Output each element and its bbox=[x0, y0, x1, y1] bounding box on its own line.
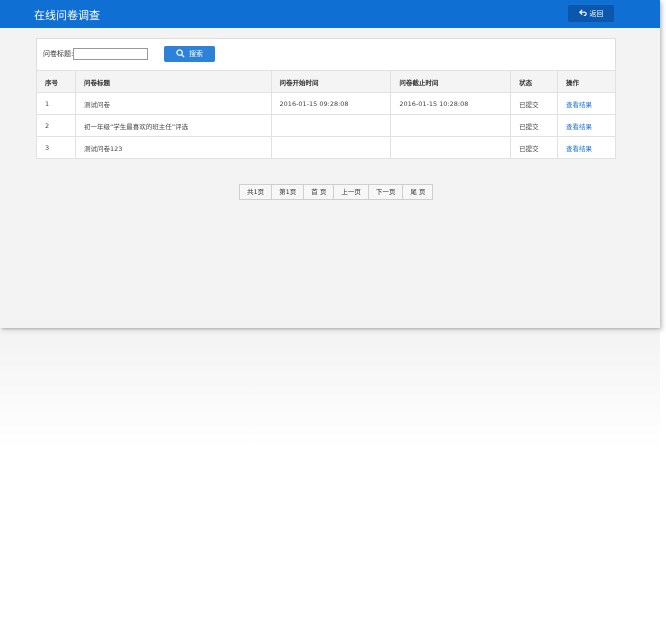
prev-page-button[interactable]: 上一页 bbox=[334, 185, 369, 199]
table-row: 1 测试问卷 2016-01-15 09:28:08 2016-01-15 10… bbox=[36, 92, 616, 115]
cell-end: 2016-01-15 10:28:08 bbox=[390, 92, 512, 115]
header-bar: 在线问卷调查 返回 bbox=[0, 0, 660, 28]
cell-no: 2 bbox=[36, 114, 76, 137]
cell-status: 已提交 bbox=[510, 92, 559, 115]
table-row: 3 测试问卷123 已提交 查看结果 bbox=[36, 136, 616, 159]
search-button[interactable]: 搜索 bbox=[164, 46, 215, 62]
cell-no: 1 bbox=[36, 92, 76, 115]
view-result-link[interactable]: 查看结果 bbox=[557, 136, 616, 159]
column-header-end: 问卷截止时间 bbox=[390, 70, 512, 93]
cell-title: 测试问卷123 bbox=[74, 136, 272, 159]
next-page-button[interactable]: 下一页 bbox=[369, 185, 404, 199]
table-header-row: 序号 问卷标题 问卷开始时间 问卷截止时间 状态 操作 bbox=[36, 70, 616, 93]
cell-start bbox=[270, 136, 392, 159]
column-header-title: 问卷标题 bbox=[74, 70, 272, 93]
page-current: 第1页 bbox=[272, 185, 305, 199]
page-title: 在线问卷调查 bbox=[34, 9, 100, 22]
back-button[interactable]: 返回 bbox=[568, 5, 614, 22]
first-page-button[interactable]: 首 页 bbox=[304, 185, 335, 199]
column-header-status: 状态 bbox=[510, 70, 559, 93]
cell-title: 初一年级“学生最喜欢的班主任”评选 bbox=[74, 114, 272, 137]
search-button-label: 搜索 bbox=[189, 50, 203, 58]
view-result-link[interactable]: 查看结果 bbox=[557, 92, 616, 115]
cell-start: 2016-01-15 09:28:08 bbox=[270, 92, 392, 115]
cell-end bbox=[390, 136, 512, 159]
back-arrow-icon bbox=[578, 8, 587, 19]
cell-start bbox=[270, 114, 392, 137]
survey-table: 序号 问卷标题 问卷开始时间 问卷截止时间 状态 操作 1 测试问卷 2016-… bbox=[36, 70, 616, 159]
view-result-link[interactable]: 查看结果 bbox=[557, 114, 616, 137]
column-header-action: 操作 bbox=[557, 70, 616, 93]
column-header-no: 序号 bbox=[36, 70, 76, 93]
column-header-start: 问卷开始时间 bbox=[270, 70, 392, 93]
app-window: 在线问卷调查 返回 问卷标题: 搜索 序号 问卷标题 问卷开始时间 问卷截止时间… bbox=[0, 0, 660, 328]
table-row: 2 初一年级“学生最喜欢的班主任”评选 已提交 查看结果 bbox=[36, 114, 616, 137]
survey-panel: 问卷标题: 搜索 序号 问卷标题 问卷开始时间 问卷截止时间 状态 操作 1 测… bbox=[36, 38, 616, 159]
page-total: 共1页 bbox=[240, 185, 273, 199]
cell-title: 测试问卷 bbox=[74, 92, 272, 115]
cell-status: 已提交 bbox=[510, 136, 559, 159]
back-button-label: 返回 bbox=[589, 9, 604, 18]
search-label: 问卷标题: bbox=[43, 50, 74, 58]
cell-status: 已提交 bbox=[510, 114, 559, 137]
last-page-button[interactable]: 尾 页 bbox=[403, 185, 432, 199]
search-bar: 问卷标题: 搜索 bbox=[37, 39, 615, 70]
search-input[interactable] bbox=[73, 48, 148, 60]
search-icon bbox=[176, 48, 185, 60]
pagination: 共1页 第1页 首 页 上一页 下一页 尾 页 bbox=[239, 184, 434, 200]
cell-no: 3 bbox=[36, 136, 76, 159]
cell-end bbox=[390, 114, 512, 137]
window-reflection bbox=[0, 330, 660, 450]
